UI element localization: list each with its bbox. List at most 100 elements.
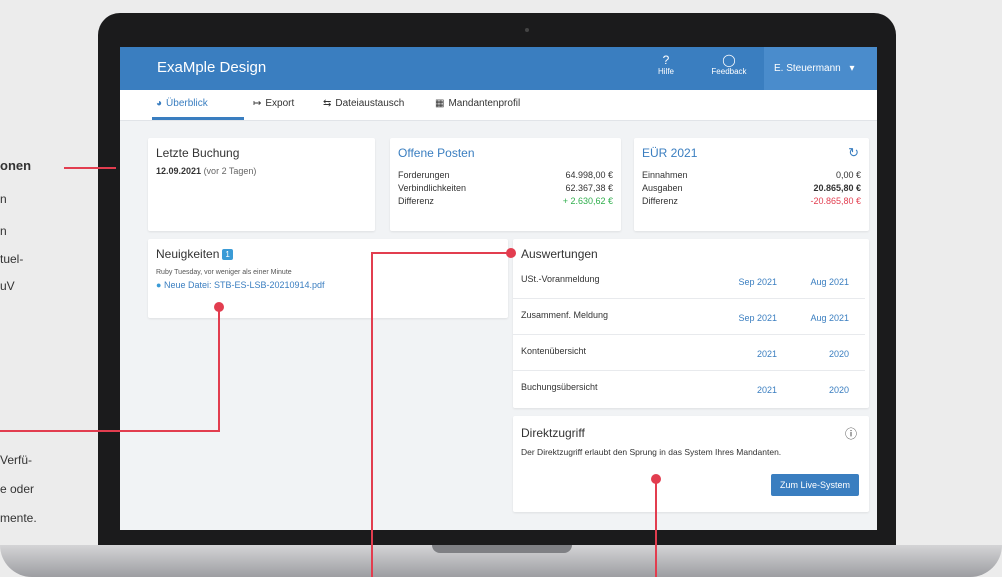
help-button[interactable]: ? Hilfe <box>648 53 684 76</box>
card-reports: Auswertungen USt.-Voranmeldung Sep 2021 … <box>513 239 869 408</box>
news-count-badge: 1 <box>222 249 233 261</box>
app-title: ExaMple Design <box>157 59 267 76</box>
card-title: Direktzugriff <box>521 426 585 440</box>
help-icon: ? <box>662 53 670 67</box>
tab-export[interactable]: ↦ Export <box>253 98 294 109</box>
side-text-line: Verfü- <box>0 453 33 467</box>
report-link-previous[interactable]: Aug 2021 <box>810 313 849 323</box>
tab-label: Überblick <box>166 98 208 109</box>
open-items-row: Differenz + 2.630,62 € <box>398 195 613 208</box>
report-label: Buchungsübersicht <box>521 382 598 392</box>
chevron-down-icon: ▾ <box>849 63 855 74</box>
open-items-row: Forderungen 64.998,00 € <box>398 169 613 182</box>
tab-label: Dateiaustausch <box>335 98 405 109</box>
report-link-current[interactable]: Sep 2021 <box>738 277 777 287</box>
side-text-line: tuel- <box>0 252 24 266</box>
report-row: USt.-Voranmeldung Sep 2021 Aug 2021 <box>513 265 865 299</box>
tab-bar: ◕ Überblick ↦ Export ⇆ Dateiaustausch ▦ … <box>120 90 877 121</box>
last-booking-date: 12.09.2021 <box>156 166 202 176</box>
callout-line <box>371 252 511 254</box>
user-menu[interactable]: E. Steuermann ▾ <box>764 47 877 90</box>
tab-label: Mandantenprofil <box>448 98 521 109</box>
feedback-button[interactable]: ◯ Feedback <box>706 53 752 76</box>
side-text-line: mente. <box>0 511 37 525</box>
card-last-booking: Letzte Buchung 12.09.2021 (vor 2 Tagen) <box>148 138 375 231</box>
card-direct-access: Direktzugriff ⓘ Der Direktzugriff erlaub… <box>513 416 869 512</box>
open-items-row: Verbindlichkeiten 62.367,38 € <box>398 182 613 195</box>
report-link-previous[interactable]: Aug 2021 <box>810 277 849 287</box>
side-text-line: e oder <box>0 482 35 496</box>
tab-overview[interactable]: ◕ Überblick <box>156 98 208 109</box>
callout-line <box>371 253 373 577</box>
side-text-line: uV <box>0 279 15 293</box>
row-value: 62.367,38 € <box>565 183 613 193</box>
help-label: Hilfe <box>657 67 674 76</box>
tab-client-profile[interactable]: ▦ Mandantenprofil <box>435 98 520 109</box>
card-title: Auswertungen <box>521 247 598 261</box>
card-title: EÜR 2021 <box>642 146 698 160</box>
chat-bubble-icon: ◯ <box>722 53 736 67</box>
swap-icon: ⇆ <box>323 98 332 109</box>
callout-dot <box>214 302 224 312</box>
row-label: Differenz <box>398 196 434 206</box>
callout-line <box>218 307 220 432</box>
report-link-current[interactable]: Sep 2021 <box>738 313 777 323</box>
row-label: Einnahmen <box>642 170 688 180</box>
side-heading-fragment: onen <box>0 158 32 173</box>
eur-row: Ausgaben 20.865,80 € <box>642 182 861 195</box>
export-icon: ↦ <box>253 98 262 109</box>
last-booking-relative: (vor 2 Tagen) <box>203 166 257 176</box>
profile-card-icon: ▦ <box>435 98 445 109</box>
eur-list: Einnahmen 0,00 € Ausgaben 20.865,80 € Di… <box>642 169 861 208</box>
report-label: Zusammenf. Meldung <box>521 310 609 320</box>
active-tab-indicator <box>152 117 244 120</box>
dashboard-icon: ◕ <box>156 98 163 109</box>
card-title: Neuigkeiten <box>156 247 220 261</box>
info-icon[interactable]: ⓘ <box>845 425 857 442</box>
user-name: E. Steuermann <box>774 63 841 74</box>
callout-line <box>655 479 657 577</box>
row-label: Ausgaben <box>642 183 683 193</box>
live-system-button[interactable]: Zum Live-System <box>770 474 859 496</box>
row-label: Forderungen <box>398 170 450 180</box>
row-label: Verbindlichkeiten <box>398 183 467 193</box>
tab-label: Export <box>265 98 295 109</box>
eur-row: Differenz -20.865,80 € <box>642 195 861 208</box>
camera-dot <box>525 28 529 32</box>
bullet-dot-icon: ● <box>156 280 162 290</box>
tab-file-exchange[interactable]: ⇆ Dateiaustausch <box>323 98 404 109</box>
row-value: 20.865,80 € <box>813 183 861 193</box>
last-booking-date-line: 12.09.2021 (vor 2 Tagen) <box>156 166 256 176</box>
callout-dot <box>506 248 516 258</box>
row-value: -20.865,80 € <box>810 196 861 206</box>
card-title: Offene Posten <box>398 146 475 160</box>
report-link-current[interactable]: 2021 <box>757 385 777 395</box>
app-screen: ExaMple Design ? Hilfe ◯ Feedback E. Ste… <box>120 47 877 530</box>
callout-dot <box>651 474 661 484</box>
report-link-previous[interactable]: 2020 <box>829 385 849 395</box>
report-row: Buchungsübersicht 2021 2020 <box>513 373 865 406</box>
row-value: + 2.630,62 € <box>562 196 613 206</box>
refresh-icon[interactable]: ↻ <box>848 145 859 161</box>
eur-row: Einnahmen 0,00 € <box>642 169 861 182</box>
side-text-line: n <box>0 192 7 206</box>
direct-access-text: Der Direktzugriff erlaubt den Sprung in … <box>521 447 782 457</box>
report-label: Kontenübersicht <box>521 346 587 356</box>
row-value: 64.998,00 € <box>565 170 613 180</box>
news-file-link[interactable]: ● Neue Datei: STB-ES-LSB-20210914.pdf <box>156 280 325 290</box>
card-eur[interactable]: EÜR 2021 ↻ Einnahmen 0,00 € Ausgaben 20.… <box>634 138 869 231</box>
callout-line <box>0 430 220 432</box>
laptop-notch <box>432 545 572 553</box>
news-file-name: Neue Datei: STB-ES-LSB-20210914.pdf <box>163 280 325 290</box>
side-text-line: n <box>0 224 7 238</box>
report-link-current[interactable]: 2021 <box>757 349 777 359</box>
report-link-previous[interactable]: 2020 <box>829 349 849 359</box>
card-title: Letzte Buchung <box>156 146 240 160</box>
card-open-items[interactable]: Offene Posten Forderungen 64.998,00 € Ve… <box>390 138 621 231</box>
row-label: Differenz <box>642 196 678 206</box>
open-items-list: Forderungen 64.998,00 € Verbindlichkeite… <box>398 169 613 208</box>
report-row: Zusammenf. Meldung Sep 2021 Aug 2021 <box>513 301 865 335</box>
card-title-line: Neuigkeiten 1 <box>156 247 233 261</box>
report-label: USt.-Voranmeldung <box>521 274 600 284</box>
app-header: ExaMple Design ? Hilfe ◯ Feedback E. Ste… <box>120 47 877 90</box>
